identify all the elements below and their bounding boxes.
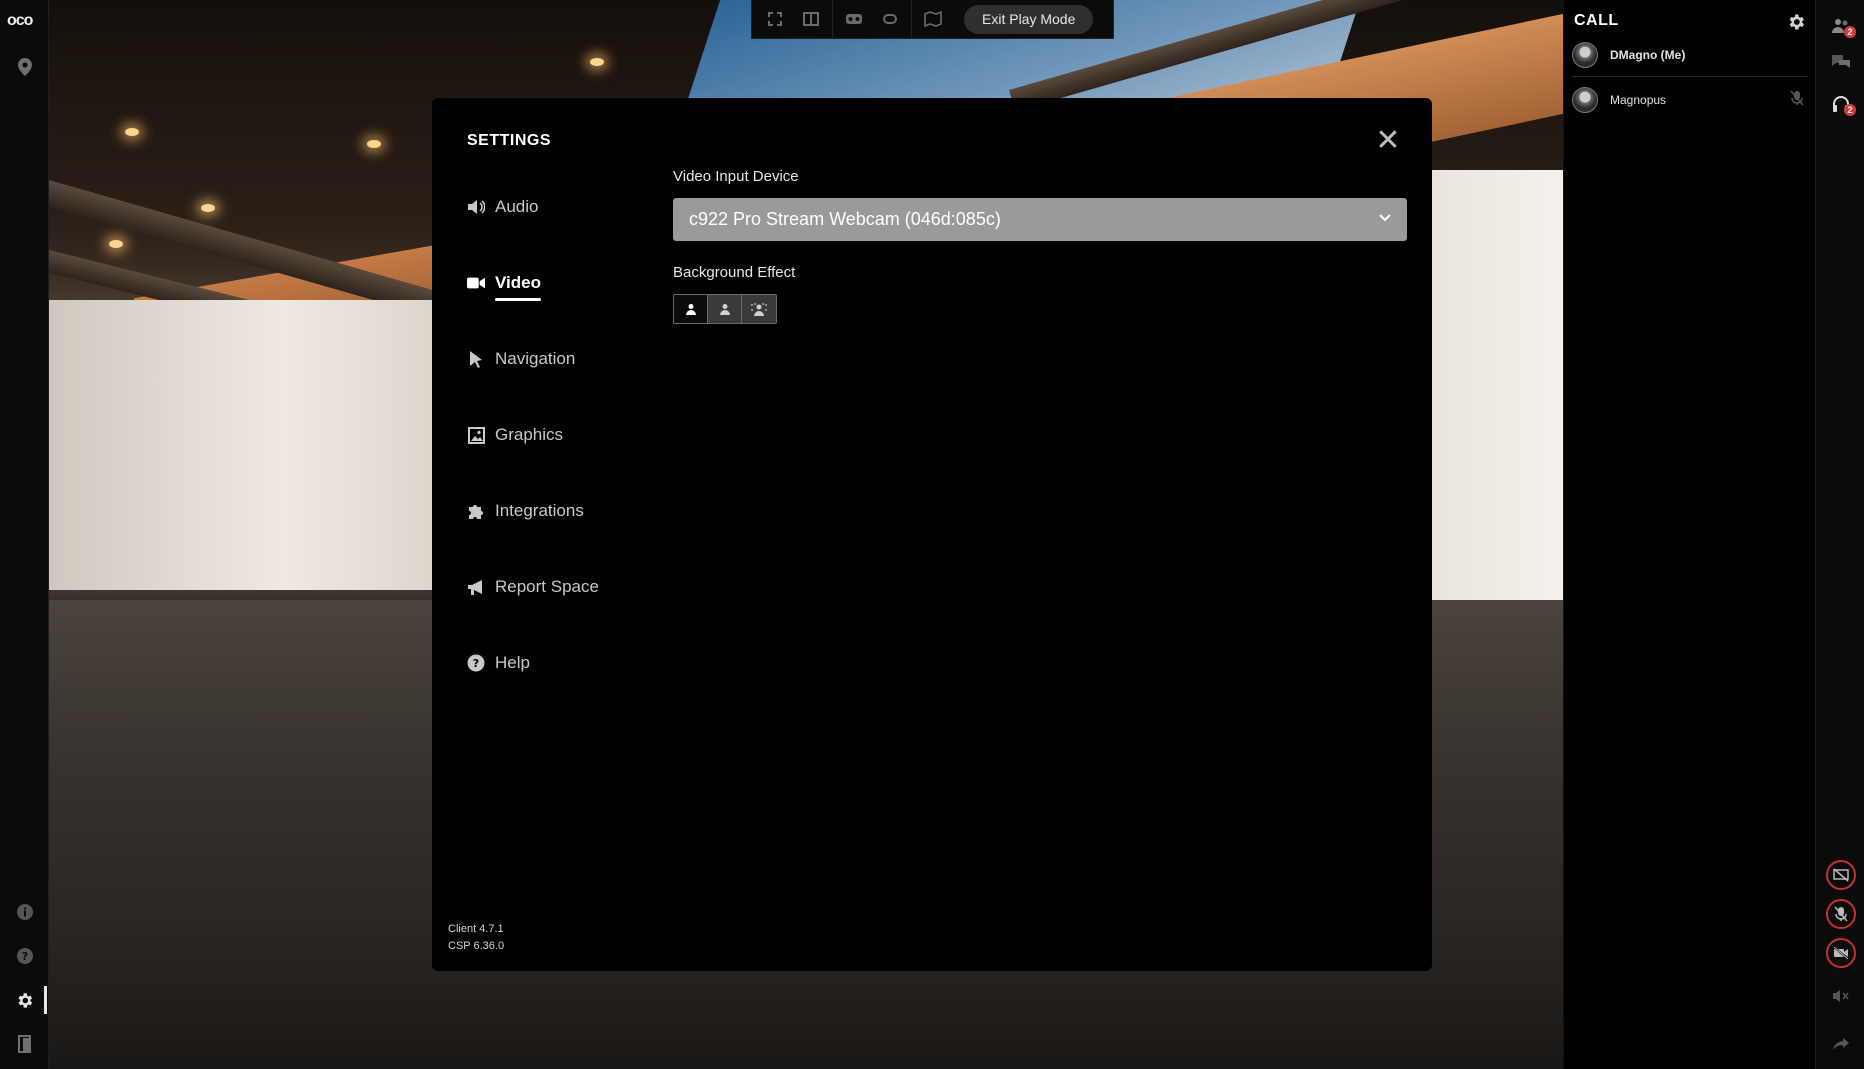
video-input-value: c922 Pro Stream Webcam (046d:085c) [689, 209, 1001, 229]
participant-row[interactable]: DMagno (Me) [1572, 36, 1808, 74]
vr-headset-icon[interactable] [839, 4, 869, 34]
help-icon[interactable]: ? [0, 940, 49, 972]
info-icon[interactable] [0, 896, 49, 928]
person-blur-icon [719, 304, 730, 315]
participant-row[interactable]: Magnopus [1572, 81, 1808, 119]
settings-nav-label: Help [495, 653, 530, 672]
settings-nav-label: Navigation [495, 349, 576, 368]
speaker-mute-icon [1832, 990, 1849, 1002]
ceiling-light [201, 204, 215, 212]
call-title: CALL [1574, 12, 1619, 29]
video-input-label: Video Input Device [673, 168, 799, 185]
megaphone-icon [467, 578, 485, 596]
share-arrow-icon [1832, 1038, 1849, 1050]
audio-button[interactable]: 2 [1816, 88, 1864, 120]
map-location-icon[interactable] [918, 4, 948, 34]
ar-icon[interactable] [875, 4, 905, 34]
audio-badge: 2 [1844, 104, 1856, 116]
close-icon: ✕ [1375, 123, 1401, 157]
person-background-icon [751, 302, 767, 316]
puzzle-icon [467, 502, 485, 520]
screen-share-off-button[interactable] [1826, 860, 1856, 890]
ceiling-light [125, 128, 139, 136]
settings-nav-label: Integrations [495, 501, 584, 520]
bg-effect-none-button[interactable] [674, 295, 708, 323]
participant-name: DMagno (Me) [1610, 48, 1686, 62]
settings-nav-graphics[interactable]: Graphics [467, 420, 563, 450]
location-pin-icon[interactable] [0, 51, 49, 83]
participant-name: Magnopus [1610, 93, 1667, 107]
background-effect-group [673, 294, 777, 324]
ceiling-light [590, 58, 604, 66]
speaker-icon [467, 198, 485, 216]
gear-icon [1789, 14, 1804, 30]
settings-nav-integrations[interactable]: Integrations [467, 496, 584, 526]
bg-effect-virtual-background-button[interactable] [742, 295, 776, 323]
ceiling-light [109, 240, 123, 248]
settings-nav-label: Audio [495, 197, 539, 216]
person-icon [685, 304, 696, 315]
screen-share-off-icon [1833, 868, 1849, 882]
speaker-mute-button[interactable] [1816, 980, 1864, 1012]
avatar [1572, 42, 1598, 68]
client-version: Client 4.7.1 [448, 923, 504, 935]
settings-nav-label: Video [495, 273, 541, 301]
top-toolbar: Exit Play Mode [751, 0, 1114, 39]
microphone-off-button[interactable] [1826, 899, 1856, 929]
svg-text:?: ? [21, 950, 27, 963]
settings-nav-video[interactable]: Video [467, 268, 541, 301]
csp-version: CSP 6.36.0 [448, 940, 505, 952]
svg-text:?: ? [473, 657, 479, 670]
microphone-muted-icon [1790, 90, 1804, 109]
settings-nav-navigation[interactable]: Navigation [467, 344, 575, 374]
ceiling-light [367, 140, 381, 148]
leave-call-button[interactable] [1816, 1028, 1864, 1060]
exit-play-mode-button[interactable]: Exit Play Mode [964, 4, 1094, 34]
settings-nav-label: Graphics [495, 425, 564, 444]
call-settings-button[interactable] [1784, 10, 1808, 34]
video-input-select[interactable]: c922 Pro Stream Webcam (046d:085c) [673, 198, 1407, 241]
fullscreen-icon[interactable] [760, 4, 790, 34]
video-camera-icon [467, 274, 485, 292]
settings-nav-audio[interactable]: Audio [467, 192, 538, 222]
app-logo[interactable]: oco [7, 12, 33, 30]
close-settings-button[interactable]: ✕ [1372, 123, 1404, 157]
chevron-down-icon [1379, 209, 1391, 225]
app-window: oco ? Exit Play Mode SETTINGS ✕ Audio Vi… [0, 0, 1864, 1069]
settings-title: SETTINGS [467, 132, 552, 149]
bg-effect-blur-button[interactable] [708, 295, 742, 323]
image-icon [467, 426, 485, 444]
settings-nav-report-space[interactable]: Report Space [467, 572, 599, 602]
camera-off-icon [1833, 946, 1849, 960]
right-rail: 2 2 [1815, 0, 1864, 1069]
gear-icon[interactable] [0, 984, 49, 1016]
participants-badge: 2 [1844, 26, 1856, 38]
chat-bubbles-icon [1831, 55, 1850, 68]
exit-door-icon[interactable] [0, 1028, 49, 1060]
avatar [1572, 87, 1598, 113]
settings-nav-help[interactable]: ? Help [467, 648, 530, 678]
pointer-icon [467, 350, 485, 368]
microphone-off-icon [1834, 906, 1848, 922]
call-panel: CALL DMagno (Me) Magnopus [1563, 0, 1815, 1069]
background-effect-label: Background Effect [673, 264, 796, 281]
split-view-icon[interactable] [796, 4, 826, 34]
chat-button[interactable] [1816, 46, 1864, 78]
camera-off-button[interactable] [1826, 938, 1856, 968]
settings-nav-label: Report Space [495, 577, 599, 596]
left-rail: oco ? [0, 0, 49, 1069]
help-circle-icon: ? [467, 654, 485, 672]
settings-modal: SETTINGS ✕ Audio Video Navigation Graphi… [432, 98, 1432, 971]
participants-button[interactable]: 2 [1816, 10, 1864, 42]
